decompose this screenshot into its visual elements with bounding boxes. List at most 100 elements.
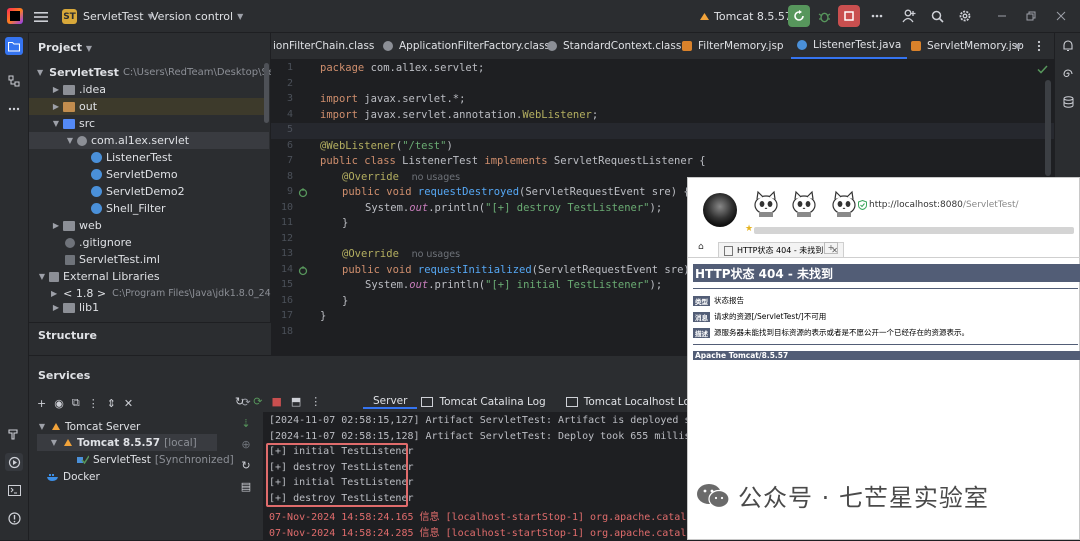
tab-catalina-log[interactable]: Tomcat Catalina Log bbox=[417, 396, 555, 408]
database-tool-button[interactable] bbox=[1059, 93, 1077, 111]
tab-standardcontext[interactable]: StandardContext.class bbox=[547, 33, 681, 59]
terminal-icon bbox=[7, 484, 21, 496]
project-tool-button[interactable] bbox=[5, 37, 23, 55]
service-tomcat-instance[interactable]: ▼ Tomcat 8.5.57 [local] bbox=[37, 434, 217, 451]
restart-icon[interactable]: ↻ bbox=[235, 395, 244, 408]
update-icon[interactable]: ⇣ bbox=[241, 417, 250, 430]
more-vertical-icon[interactable]: ⋮ bbox=[310, 395, 321, 408]
intellij-logo-icon[interactable] bbox=[7, 8, 23, 24]
home-icon[interactable]: ⌂ bbox=[698, 242, 704, 252]
tab-filterchain[interactable]: ionFilterChain.class bbox=[273, 33, 374, 59]
editor-scrollbar[interactable] bbox=[1045, 80, 1051, 176]
chevron-right-icon: ▶ bbox=[52, 85, 60, 94]
log-icon bbox=[565, 397, 578, 407]
tab-servletmemory[interactable]: ServletMemory.jsp bbox=[911, 33, 1024, 59]
problems-tool-button[interactable] bbox=[5, 509, 23, 527]
run-config-selector[interactable]: Tomcat 8.5.57 ▼ bbox=[699, 0, 802, 33]
class-file-icon bbox=[383, 41, 393, 51]
tree-item-project-root[interactable]: ▼ ServletTest C:\Users\RedTeam\Desktop\S… bbox=[29, 64, 308, 81]
project-selector[interactable]: ST ServletTest ▼ bbox=[62, 0, 154, 33]
stop-button[interactable] bbox=[838, 5, 860, 27]
tree-item-shell-filter[interactable]: Shell_Filter bbox=[29, 200, 269, 217]
debug-restart-icon[interactable]: ⟳ bbox=[253, 395, 262, 408]
minimize-button[interactable] bbox=[991, 5, 1013, 27]
ignore-file-icon bbox=[65, 237, 75, 248]
project-panel-title[interactable]: Project ▼ bbox=[38, 41, 92, 54]
notifications-tool-button[interactable] bbox=[1059, 37, 1077, 55]
close-button[interactable] bbox=[1050, 5, 1072, 27]
vcs-selector[interactable]: Version control ▼ bbox=[151, 0, 243, 33]
cat-sticker-icon bbox=[754, 190, 778, 217]
tree-item-package[interactable]: ▼ com.al1ex.servlet bbox=[29, 132, 269, 149]
services-tool-button[interactable] bbox=[5, 453, 23, 471]
service-docker[interactable]: Docker bbox=[37, 468, 100, 485]
tree-item-jdk[interactable]: ▶ < 1.8 > C:\Program Files\Java\jdk1.8.0… bbox=[29, 285, 277, 302]
tree-item-idea[interactable]: ▶ .idea bbox=[29, 81, 269, 98]
tree-item-out[interactable]: ▶ out bbox=[29, 98, 269, 115]
service-label: Tomcat Server bbox=[65, 420, 141, 433]
deploy-icon[interactable]: ⊕ bbox=[241, 438, 250, 451]
refresh-icon[interactable]: ↻ bbox=[241, 459, 250, 472]
scrollbar[interactable] bbox=[264, 63, 269, 123]
main-menu-button[interactable] bbox=[34, 0, 48, 33]
tree-item-gitignore[interactable]: .gitignore bbox=[29, 234, 269, 251]
tab-filtermemory[interactable]: FilterMemory.jsp bbox=[682, 33, 784, 59]
implements-gutter-icon[interactable] bbox=[298, 266, 308, 276]
tabs-overflow-button[interactable]: ▼ bbox=[1015, 33, 1021, 59]
tree-item-web[interactable]: ▶ web bbox=[29, 217, 269, 234]
console-output[interactable]: [2024-11-07 02:58:15,127] Artifact Servl… bbox=[263, 412, 721, 541]
debug-button[interactable] bbox=[813, 5, 835, 27]
terminal-tool-button[interactable] bbox=[5, 481, 23, 499]
line-number: 5 bbox=[286, 124, 293, 135]
rerun-button[interactable] bbox=[788, 5, 810, 27]
error-heading: HTTP状态 404 - 未找到 bbox=[693, 264, 1080, 282]
stop-icon[interactable]: ■ bbox=[271, 395, 281, 408]
structure-panel-title[interactable]: Structure bbox=[38, 329, 97, 342]
tab-localhost-log[interactable]: Tomcat Localhost Log bbox=[556, 396, 707, 408]
tree-item-servletdemo[interactable]: ServletDemo bbox=[29, 166, 269, 183]
module-file-icon bbox=[65, 254, 75, 265]
open-browser-icon[interactable]: ▤ bbox=[241, 480, 251, 493]
attach-icon[interactable]: ⬒ bbox=[291, 395, 301, 408]
tabs-more-button[interactable] bbox=[1037, 33, 1041, 59]
tree-item-iml[interactable]: ServletTest.iml bbox=[29, 251, 269, 268]
url-path: /ServletTest/ bbox=[962, 200, 1019, 210]
package-icon bbox=[77, 135, 87, 146]
ai-assistant-tool-button[interactable] bbox=[1059, 65, 1077, 83]
console-line: 07-Nov-2024 14:58:24.165 信息 [localhost-s… bbox=[269, 512, 717, 523]
bookmarks-bar bbox=[754, 227, 1074, 234]
implements-gutter-icon[interactable] bbox=[298, 188, 308, 198]
restore-button[interactable] bbox=[1020, 5, 1042, 27]
line-number: 13 bbox=[280, 248, 293, 259]
address-bar[interactable]: http://localhost:8080/ServletTest/ bbox=[869, 200, 1019, 210]
tree-item-servletdemo2[interactable]: ServletDemo2 bbox=[29, 183, 269, 200]
more-actions-button[interactable] bbox=[866, 5, 888, 27]
tab-applicationfilterfactory[interactable]: ApplicationFilterFactory.class bbox=[383, 33, 550, 59]
console-line: [2024-11-07 02:58:15,128] Artifact Servl… bbox=[269, 431, 715, 442]
more-tools-button[interactable] bbox=[5, 100, 23, 118]
service-artifact[interactable]: ServletTest [Synchronized] bbox=[77, 451, 234, 468]
tree-item-lib1[interactable]: ▶ lib1 bbox=[29, 302, 269, 313]
tree-item-external-libraries[interactable]: ▼ External Libraries bbox=[29, 268, 269, 285]
search-button[interactable] bbox=[926, 5, 948, 27]
settings-button[interactable] bbox=[954, 5, 976, 27]
divider bbox=[693, 344, 1078, 345]
structure-tool-button[interactable] bbox=[5, 72, 23, 90]
line-gutter: 1 2 3 4 5 6 7 8 9 10 11 12 13 14 15 16 1… bbox=[271, 60, 319, 355]
tree-item-listenertest[interactable]: ListenerTest bbox=[29, 149, 269, 166]
bookmark-star-icon[interactable]: ★ bbox=[745, 224, 753, 234]
rerun-icon bbox=[794, 10, 804, 21]
service-tomcat-server[interactable]: ▼ Tomcat Server bbox=[37, 418, 140, 435]
new-tab-button[interactable]: + bbox=[824, 242, 838, 254]
tree-label: ServletTest bbox=[49, 66, 119, 79]
tab-listenertest[interactable]: ListenerTest.java bbox=[791, 33, 908, 59]
checkmark-icon[interactable] bbox=[1037, 65, 1048, 74]
build-tool-button[interactable] bbox=[5, 425, 23, 443]
line-number: 14 bbox=[280, 264, 293, 275]
tab-label: Tomcat Catalina Log bbox=[439, 396, 546, 408]
tab-server[interactable]: Server bbox=[363, 395, 418, 409]
add-user-button[interactable] bbox=[898, 5, 920, 27]
tree-item-src[interactable]: ▼ src bbox=[29, 115, 269, 132]
tree-label: out bbox=[79, 100, 98, 113]
bug-icon bbox=[818, 12, 830, 22]
